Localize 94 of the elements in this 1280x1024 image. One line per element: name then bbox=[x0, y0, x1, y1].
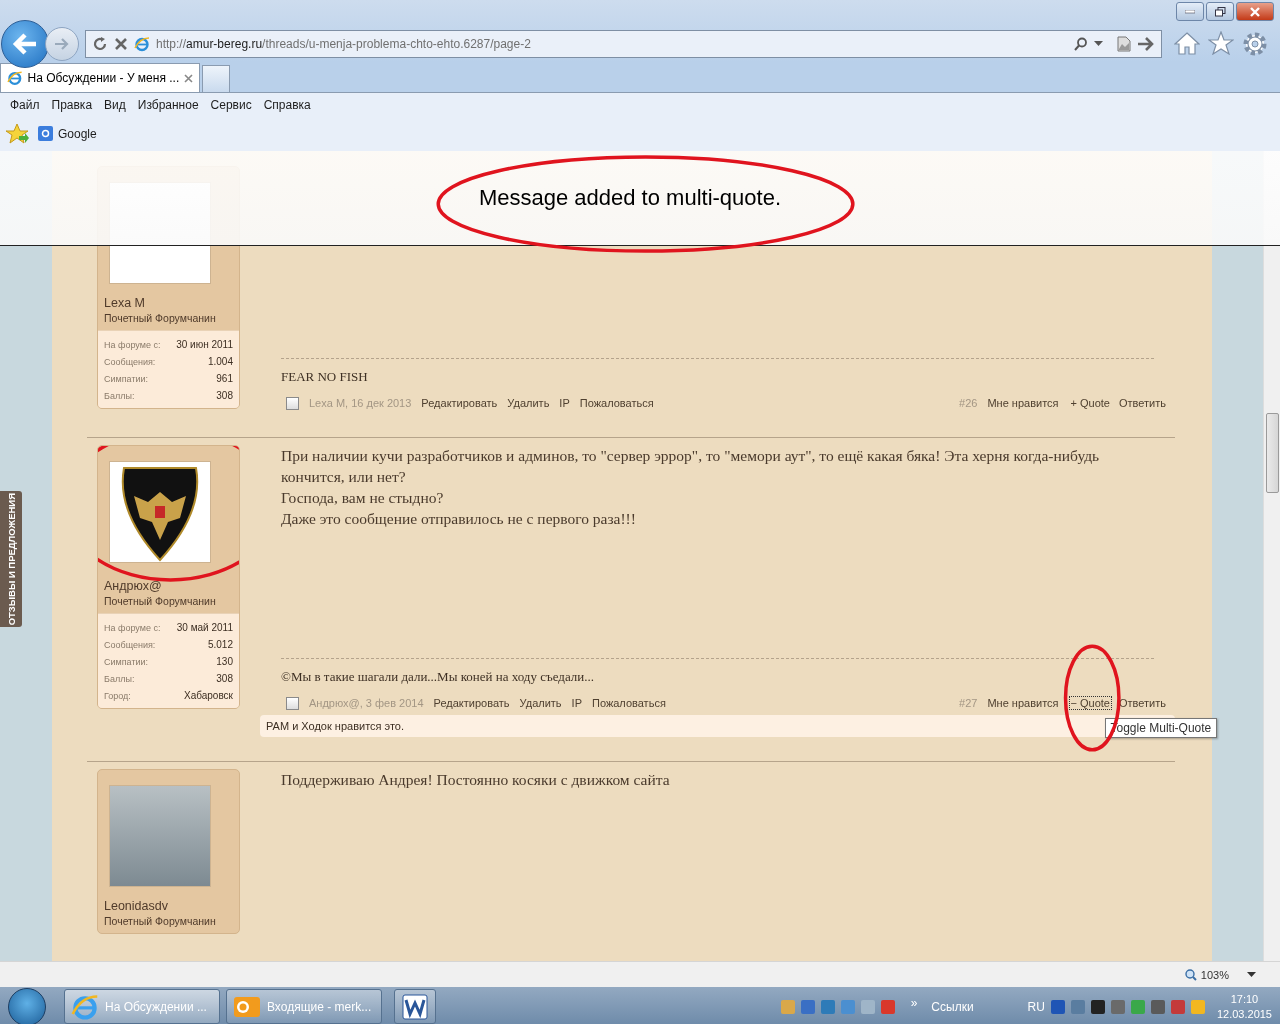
tray-icon[interactable] bbox=[1050, 999, 1065, 1014]
reply-link[interactable]: Ответить bbox=[1118, 397, 1166, 409]
search-icon[interactable] bbox=[1074, 37, 1088, 51]
stat-label: Сообщения: bbox=[104, 639, 156, 650]
post-action-link[interactable]: Пожаловаться bbox=[592, 697, 666, 709]
forward-button[interactable] bbox=[45, 27, 79, 61]
post-action-link[interactable]: Удалить bbox=[507, 397, 550, 409]
post-action-link[interactable]: Пожаловаться bbox=[579, 397, 654, 409]
dropdown-caret-icon[interactable] bbox=[1094, 41, 1103, 47]
signature-text: FEAR NO FISH bbox=[281, 369, 368, 384]
post-text: Даже это сообщение отправилось не с первого раза!!! bbox=[281, 509, 637, 529]
select-checkbox[interactable] bbox=[286, 396, 299, 410]
restore-icon bbox=[1214, 6, 1226, 17]
stat-value: 30 май 2011 bbox=[176, 622, 233, 633]
google-icon bbox=[38, 126, 53, 141]
post-action-link[interactable]: IP bbox=[571, 697, 582, 709]
like-link[interactable]: Мне нравится bbox=[987, 697, 1059, 709]
signature-text: ©Мы в такие шагали дали...Мы коней на ходу съедали... bbox=[281, 669, 594, 684]
post-text: Господа, вам не стыдно? bbox=[281, 488, 445, 508]
arrow-left-icon bbox=[12, 33, 38, 55]
menu-item[interactable]: Вид bbox=[98, 95, 132, 114]
stat-label: Город: bbox=[104, 690, 131, 701]
arrow-right-icon bbox=[54, 37, 70, 51]
reply-link[interactable]: Ответить bbox=[1118, 697, 1166, 709]
menu-item[interactable]: Правка bbox=[45, 95, 99, 114]
taskbar-button[interactable] bbox=[394, 989, 436, 1024]
quote-link[interactable]: + Quote bbox=[1068, 396, 1112, 410]
stat-value: 308 bbox=[216, 390, 233, 401]
select-checkbox[interactable] bbox=[286, 696, 299, 710]
menu-item[interactable]: Сервис bbox=[204, 95, 258, 114]
stat-value: 308 bbox=[216, 673, 233, 684]
stop-icon[interactable] bbox=[114, 37, 128, 51]
tray-icon[interactable] bbox=[1150, 999, 1165, 1014]
ie-icon bbox=[7, 70, 23, 86]
address-bar[interactable]: http://amur-bereg.ru/threads/u-menja-problema-chto-ehto.6287/page-2 bbox=[85, 30, 1162, 58]
tray-icon[interactable] bbox=[1090, 999, 1105, 1014]
toolbar-icon[interactable] bbox=[880, 999, 895, 1014]
menu-item[interactable]: Справка bbox=[257, 95, 317, 114]
dropdown-caret-icon[interactable] bbox=[1247, 972, 1256, 977]
close-icon[interactable] bbox=[184, 73, 193, 83]
stat-label: Баллы: bbox=[104, 390, 135, 401]
post-action-link[interactable]: Удалить bbox=[519, 697, 562, 709]
username[interactable]: Leonidasdv bbox=[104, 899, 233, 913]
post-text: При наличии кучи разработчиков и админов, то "сервер эррор", то "мемори аут", то ещё какая бяка! Эта херня когда-нибудь кончится, или нет? bbox=[281, 446, 1101, 487]
ie-icon bbox=[134, 36, 150, 52]
feedback-tab[interactable]: ОТЗЫВЫ И ПРЕДЛОЖЕНИЯ bbox=[0, 491, 22, 627]
go-arrow-icon[interactable] bbox=[1137, 37, 1155, 51]
stat-value: Хабаровск bbox=[184, 690, 233, 701]
stat-value: 30 июн 2011 bbox=[176, 339, 233, 350]
favorites-link[interactable]: Google bbox=[58, 126, 97, 141]
quote-link[interactable]: − Quote bbox=[1068, 696, 1112, 710]
stat-value: 1.004 bbox=[207, 356, 233, 367]
new-tab-button[interactable] bbox=[202, 65, 230, 92]
close-icon bbox=[1250, 6, 1260, 17]
back-button[interactable] bbox=[1, 20, 49, 68]
browser-tab[interactable]: На Обсуждении - У меня ... bbox=[0, 63, 200, 92]
username[interactable]: Андрюх@ bbox=[104, 579, 233, 593]
menu-item[interactable]: Файл bbox=[4, 95, 46, 114]
close-button[interactable] bbox=[1236, 2, 1274, 21]
ie-icon bbox=[71, 992, 99, 1021]
minimize-icon bbox=[1185, 9, 1195, 14]
user-title: Почетный Форумчанин bbox=[104, 312, 217, 324]
stat-value: 130 bbox=[216, 656, 233, 667]
stat-label: Баллы: bbox=[104, 673, 135, 684]
toolbar-icon[interactable] bbox=[800, 999, 815, 1014]
home-icon[interactable] bbox=[1174, 31, 1200, 55]
toolbar-icon[interactable] bbox=[820, 999, 835, 1014]
user-title: Почетный Форумчанин bbox=[104, 595, 217, 607]
stat-value: 5.012 bbox=[207, 639, 233, 650]
stat-label: Симпатии: bbox=[104, 656, 149, 667]
username[interactable]: Lexa M bbox=[104, 296, 233, 310]
stat-value: 961 bbox=[216, 373, 233, 384]
settings-icon[interactable] bbox=[1242, 31, 1268, 57]
notification-message: Message added to multi-quote. bbox=[478, 185, 782, 210]
post-action-link[interactable]: IP bbox=[559, 397, 570, 409]
restore-button[interactable] bbox=[1206, 2, 1234, 21]
stat-label: Симпатии: bbox=[104, 373, 149, 384]
favorites-star-icon[interactable] bbox=[1208, 31, 1234, 55]
user-title: Почетный Форумчанин bbox=[104, 915, 217, 927]
menu-item[interactable]: Избранное bbox=[131, 95, 205, 114]
stat-label: На форуме с: bbox=[104, 622, 161, 633]
favorites-star-icon[interactable] bbox=[6, 122, 30, 145]
zoom-icon[interactable] bbox=[1184, 968, 1197, 981]
post-action-link[interactable]: Редактировать bbox=[433, 697, 510, 709]
start-button[interactable] bbox=[8, 987, 46, 1024]
zoom-level[interactable]: 103% bbox=[1200, 968, 1229, 981]
stat-label: На форуме с: bbox=[104, 339, 161, 350]
post-action-link[interactable]: Редактировать bbox=[421, 397, 498, 409]
word-icon bbox=[401, 992, 429, 1021]
post-text: Поддерживаю Андрея! Постоянно косяки с движком сайта bbox=[281, 770, 671, 790]
stat-label: Сообщения: bbox=[104, 356, 156, 367]
refresh-icon[interactable] bbox=[92, 36, 108, 52]
page-icon[interactable] bbox=[1117, 36, 1131, 52]
like-link[interactable]: Мне нравится bbox=[987, 397, 1059, 409]
